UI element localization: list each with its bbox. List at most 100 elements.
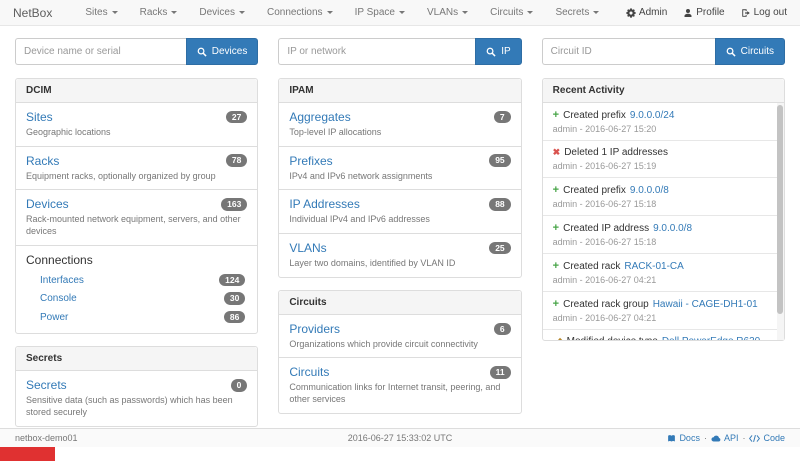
admin-link[interactable]: Admin: [626, 7, 667, 18]
console-link[interactable]: Console: [40, 293, 77, 304]
sites-count-badge: 27: [226, 111, 247, 124]
separator: ·: [742, 433, 745, 443]
power-link[interactable]: Power: [40, 312, 68, 323]
activity-object-link[interactable]: 9.0.0.0/8: [653, 223, 692, 234]
activity-row: +Created prefix9.0.0.0/24 admin - 2016-0…: [543, 103, 784, 140]
logout-link[interactable]: Log out: [741, 7, 787, 18]
netbox-dashboard: NetBox Sites Racks Devices Connections I…: [0, 0, 800, 461]
nav-item-circuits[interactable]: Circuits: [479, 7, 544, 18]
ip-search-group: IP: [278, 38, 521, 65]
panel-circuits: Circuits Providers6 Organizations which …: [278, 290, 521, 414]
circuit-search-button[interactable]: Circuits: [715, 38, 785, 65]
nav-item-vlans[interactable]: VLANs: [416, 7, 479, 18]
footer: netbox-demo01 2016-06-27 15:33:02 UTC Do…: [0, 428, 800, 447]
providers-link[interactable]: Providers: [289, 322, 340, 336]
list-item-devices: Devices 163 Rack-mounted network equipmen…: [16, 189, 257, 244]
panel-recent-activity: Recent Activity + Created prefix 9.0.0.0/2…: [542, 78, 785, 341]
device-search-button[interactable]: Devices: [186, 38, 259, 65]
devices-link[interactable]: Devices: [26, 197, 69, 211]
footer-links: Docs · API · Code: [531, 433, 785, 443]
activity-meta: admin - 2016-06-27 15:18: [553, 199, 768, 209]
connections-row-console: Console30: [26, 289, 247, 308]
netbox-logo[interactable]: NetBox: [13, 6, 52, 20]
panel-title: Recent Activity: [543, 79, 784, 103]
prefixes-link[interactable]: Prefixes: [289, 154, 332, 168]
ip-search-button[interactable]: IP: [475, 38, 521, 65]
activity-object-link[interactable]: RACK-01-CA: [624, 261, 683, 272]
device-search-input[interactable]: [15, 38, 186, 65]
activity-object-link[interactable]: 9.0.0.0/24: [630, 110, 674, 121]
item-description: Communication links for Internet transit…: [289, 382, 510, 405]
activity-row: Modified device type Dell PowerEdge R630: [543, 329, 784, 340]
item-description: Sensitive data (such as passwords) which…: [26, 395, 247, 418]
top-navbar: NetBox Sites Racks Devices Connections I…: [0, 0, 800, 26]
column-left: DCIM Sites 27 Geographic locations Racks 7…: [15, 78, 258, 439]
racks-count-badge: 78: [226, 154, 247, 167]
item-description: Individual IPv4 and IPv6 addresses: [289, 214, 510, 226]
racks-link[interactable]: Racks: [26, 154, 59, 168]
secrets-count-badge: 0: [231, 379, 248, 392]
panel-title: IPAM: [279, 79, 520, 103]
panel-title: Secrets: [16, 347, 257, 371]
activity-row: ✖Deleted 1 IP addresses admin - 2016-06-…: [543, 140, 784, 177]
item-description: Equipment racks, optionally organized by…: [26, 171, 247, 183]
pencil-icon: [553, 337, 563, 341]
chevron-down-icon: [462, 11, 468, 14]
profile-link[interactable]: Profile: [683, 7, 724, 18]
circuit-search-input[interactable]: [542, 38, 715, 65]
activity-action: Created prefix: [563, 110, 626, 121]
activity-object-link[interactable]: 9.0.0.0/8: [630, 185, 669, 196]
interfaces-link[interactable]: Interfaces: [40, 275, 84, 286]
item-description: Organizations which provide circuit conn…: [289, 339, 510, 351]
ip-search-input[interactable]: [278, 38, 475, 65]
plus-icon: +: [553, 298, 559, 310]
item-description: Geographic locations: [26, 127, 247, 139]
nav-item-sites[interactable]: Sites: [74, 7, 128, 18]
chevron-down-icon: [399, 11, 405, 14]
chevron-down-icon: [327, 11, 333, 14]
item-description: IPv4 and IPv6 network assignments: [289, 171, 510, 183]
search-row: Devices IP Circuits: [0, 38, 800, 65]
nav-item-devices[interactable]: Devices: [188, 7, 256, 18]
plus-icon: +: [553, 222, 559, 234]
activity-object-link[interactable]: Dell PowerEdge R630: [662, 336, 760, 340]
activity-meta: admin - 2016-06-27 15:20: [553, 124, 768, 134]
activity-row: +Created rack groupHawaii - CAGE-DH1-01 …: [543, 291, 784, 329]
circuit-search-group: Circuits: [542, 38, 785, 65]
activity-list: + Created prefix 9.0.0.0/24 admin - 2016-0…: [543, 103, 784, 340]
aggregates-link[interactable]: Aggregates: [289, 110, 350, 124]
code-link[interactable]: Code: [749, 433, 785, 443]
code-icon: [749, 434, 760, 443]
list-item-aggregates: Aggregates7 Top-level IP allocations: [279, 103, 520, 146]
list-item-circuits: Circuits 11 Communication links for Inter…: [279, 357, 520, 412]
ip-addresses-link[interactable]: IP Addresses: [289, 197, 360, 211]
gear-icon: [626, 8, 636, 18]
prefixes-count-badge: 95: [489, 154, 510, 167]
nav-item-ip-space[interactable]: IP Space: [344, 7, 416, 18]
activity-action: Deleted 1 IP addresses: [564, 147, 668, 158]
circuits-link[interactable]: Circuits: [289, 365, 329, 379]
nav-item-connections[interactable]: Connections: [256, 7, 344, 18]
secrets-link[interactable]: Secrets: [26, 378, 67, 392]
activity-object-link[interactable]: Hawaii - CAGE-DH1-01: [653, 299, 758, 310]
nav-item-racks[interactable]: Racks: [129, 7, 189, 18]
activity-scrollbar[interactable]: [777, 103, 784, 340]
ip-addresses-count-badge: 88: [489, 198, 510, 211]
chevron-down-icon: [239, 11, 245, 14]
devices-count-badge: 163: [221, 198, 247, 211]
scrollbar-thumb[interactable]: [777, 105, 783, 314]
panel-dcim: DCIM Sites 27 Geographic locations Racks 7…: [15, 78, 258, 334]
search-icon: [197, 47, 207, 57]
item-description: Rack-mounted network equipment, servers,…: [26, 214, 247, 237]
nav-item-secrets[interactable]: Secrets: [544, 7, 610, 18]
sites-link[interactable]: Sites: [26, 110, 53, 124]
docs-link[interactable]: Docs: [667, 433, 700, 443]
list-item-vlans: VLANs25 Layer two domains, identified by…: [279, 233, 520, 277]
api-link[interactable]: API: [711, 433, 739, 443]
search-icon: [486, 47, 496, 57]
vlans-link[interactable]: VLANs: [289, 241, 326, 255]
item-description: Top-level IP allocations: [289, 127, 510, 139]
panel-title: DCIM: [16, 79, 257, 103]
activity-action: Modified device type: [567, 336, 658, 340]
circuits-count-badge: 11: [490, 366, 511, 379]
